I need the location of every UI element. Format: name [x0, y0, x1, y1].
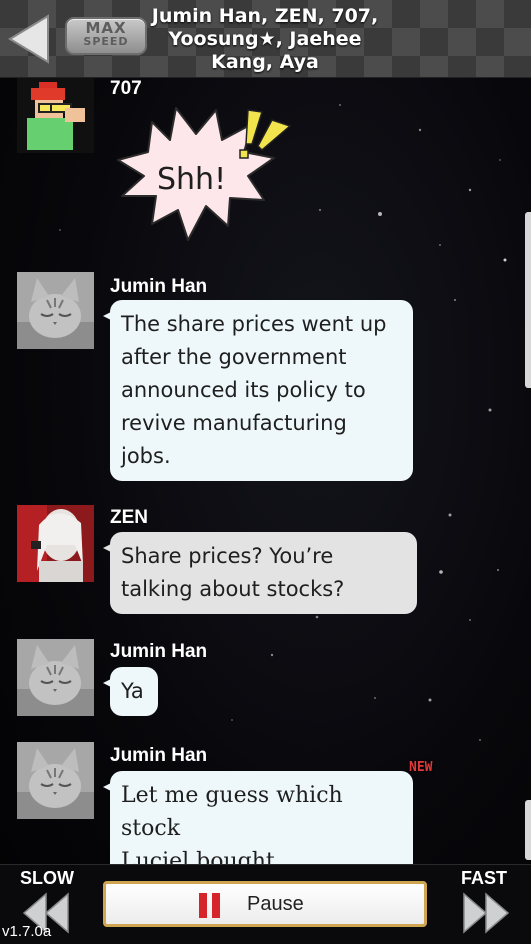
avatar-707[interactable]: [17, 78, 94, 153]
avatar-jumin-han[interactable]: [17, 639, 94, 716]
title-line: Yoosung★, Jaehee: [168, 28, 362, 50]
message-line: jobs.: [121, 444, 171, 468]
title-line: Jumin Han, ZEN, 707,: [151, 5, 379, 27]
pause-label: Pause: [247, 893, 304, 915]
message-line: talking about stocks?: [121, 577, 345, 601]
back-arrow-icon: [8, 14, 49, 64]
message-line: Share prices? You’re: [121, 544, 334, 568]
message-bubble: The share prices went up after the gover…: [103, 300, 413, 481]
message-line: announced its policy to: [121, 378, 366, 402]
fast-label: FAST: [461, 868, 508, 888]
chat-screen: MAX SPEED Jumin Han, ZEN, 707, Yoosung★,…: [0, 0, 531, 944]
avatar-zen[interactable]: [17, 505, 94, 582]
title-line: Kang, Aya: [211, 51, 319, 73]
version-label: v1.7.0a: [2, 923, 52, 940]
pause-icon: [199, 893, 221, 918]
avatar-jumin-han[interactable]: [17, 272, 94, 349]
max-speed-label-top: MAX: [85, 19, 127, 37]
max-speed-label-bottom: SPEED: [83, 35, 129, 48]
zen-avatar-icon: [17, 505, 94, 582]
back-button[interactable]: [8, 14, 52, 64]
chat-header: MAX SPEED Jumin Han, ZEN, 707, Yoosung★,…: [0, 0, 531, 78]
emoticon-text: Shh!: [157, 162, 227, 197]
cat-avatar-icon: [17, 639, 94, 716]
scrollbar-thumb[interactable]: [525, 800, 531, 860]
max-speed-button[interactable]: MAX SPEED: [65, 17, 147, 55]
message-line: The share prices went up: [121, 312, 387, 336]
avatar-jumin-han[interactable]: [17, 742, 94, 819]
pixel-character-icon: [27, 82, 85, 150]
playback-controls: SLOW Pause FAST v1.7.0a: [0, 864, 531, 944]
sender-name: Jumin Han: [110, 276, 208, 297]
chatroom-title: Jumin Han, ZEN, 707, Yoosung★, Jaehee Ka…: [150, 5, 380, 74]
message-line: Ya: [121, 679, 144, 703]
message-line: Let me guess which stock: [121, 783, 343, 841]
message-bubble: Ya: [103, 667, 158, 716]
fast-button[interactable]: [462, 892, 512, 938]
new-badge: NEW: [409, 760, 433, 775]
message-line: revive manufacturing: [121, 411, 347, 435]
cat-avatar-icon: [17, 272, 94, 349]
fast-forward-icon: [463, 892, 510, 934]
sender-name: Jumin Han: [110, 745, 208, 766]
message-line: after the government: [121, 345, 347, 369]
pause-button[interactable]: Pause: [103, 881, 427, 927]
scrollbar-thumb[interactable]: [525, 212, 531, 388]
cat-avatar-icon: [17, 742, 94, 819]
message-bubble: Share prices? You’re talking about stock…: [103, 532, 417, 614]
sender-name: Jumin Han: [110, 641, 208, 662]
sender-name: ZEN: [110, 507, 148, 528]
slow-label: SLOW: [20, 868, 74, 888]
sender-name: 707: [110, 78, 142, 99]
